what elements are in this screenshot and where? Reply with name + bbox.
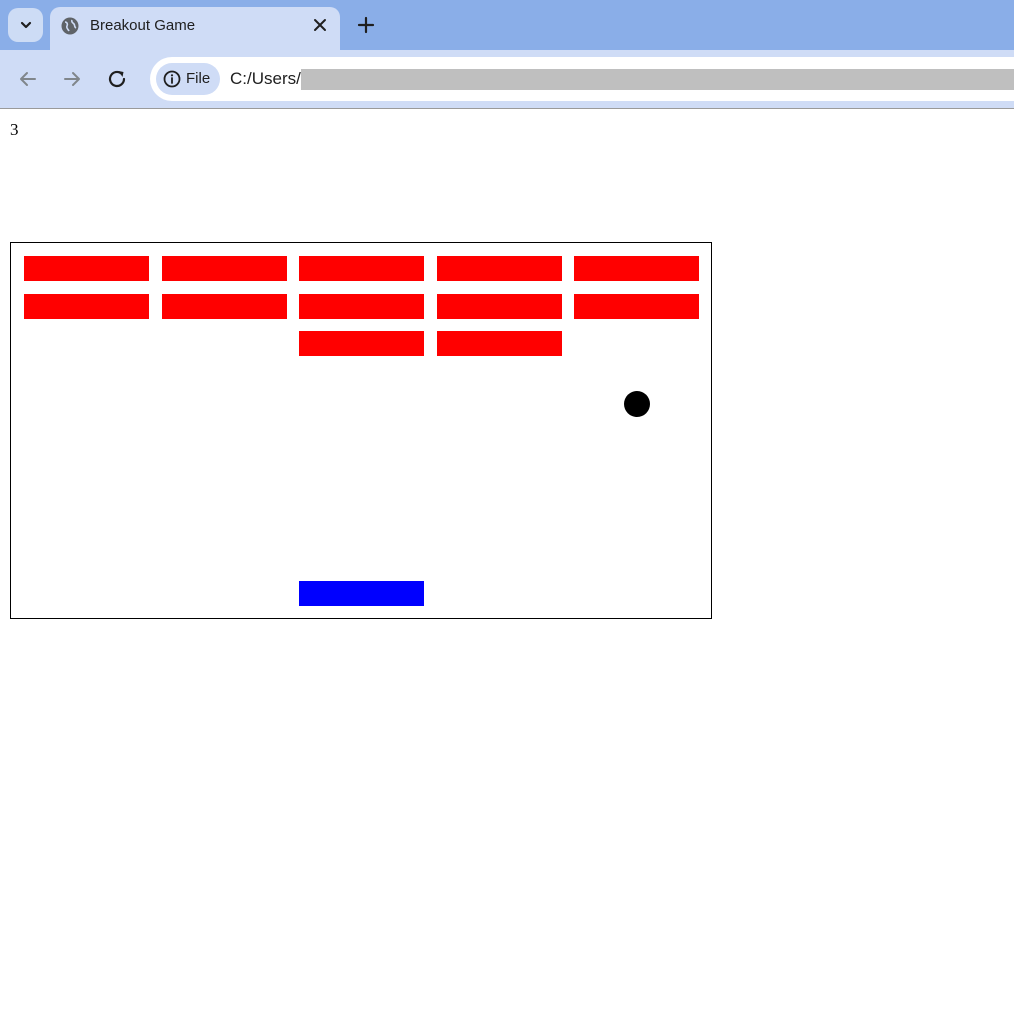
reload-icon[interactable] (105, 67, 129, 91)
chevron-down-icon (20, 21, 31, 29)
close-icon[interactable] (310, 15, 330, 35)
site-info-chip[interactable]: File (156, 63, 220, 95)
info-icon (163, 70, 181, 88)
brick (436, 293, 562, 319)
ball (624, 391, 650, 417)
globe-icon (61, 17, 79, 35)
brick (299, 331, 424, 356)
plus-icon[interactable] (355, 14, 377, 36)
tab-breakout-game[interactable]: Breakout Game (50, 7, 340, 50)
brick (299, 293, 424, 319)
tab-search-button[interactable] (8, 8, 43, 42)
arrow-right-icon[interactable] (60, 67, 84, 91)
brick (436, 331, 562, 356)
lives-counter: 3 (10, 120, 19, 139)
address-bar[interactable]: File C:/Users/ (150, 57, 1014, 101)
site-info-label: File (186, 70, 211, 87)
game-board[interactable] (10, 242, 712, 619)
paddle (299, 581, 424, 606)
brick (574, 256, 699, 281)
brick (299, 256, 424, 281)
tab-title: Breakout Game (90, 17, 196, 34)
chrome-divider (0, 108, 1014, 109)
tab-strip: Breakout Game (0, 0, 1014, 50)
brick (161, 256, 287, 281)
browser-toolbar: File C:/Users/ (0, 50, 1014, 108)
url-text: C:/Users/ (230, 69, 301, 88)
brick (574, 293, 699, 319)
brick (24, 293, 149, 319)
arrow-left-icon[interactable] (16, 67, 40, 91)
brick (24, 256, 149, 281)
brick (161, 293, 287, 319)
url-redacted-block (301, 69, 1014, 90)
brick (436, 256, 562, 281)
